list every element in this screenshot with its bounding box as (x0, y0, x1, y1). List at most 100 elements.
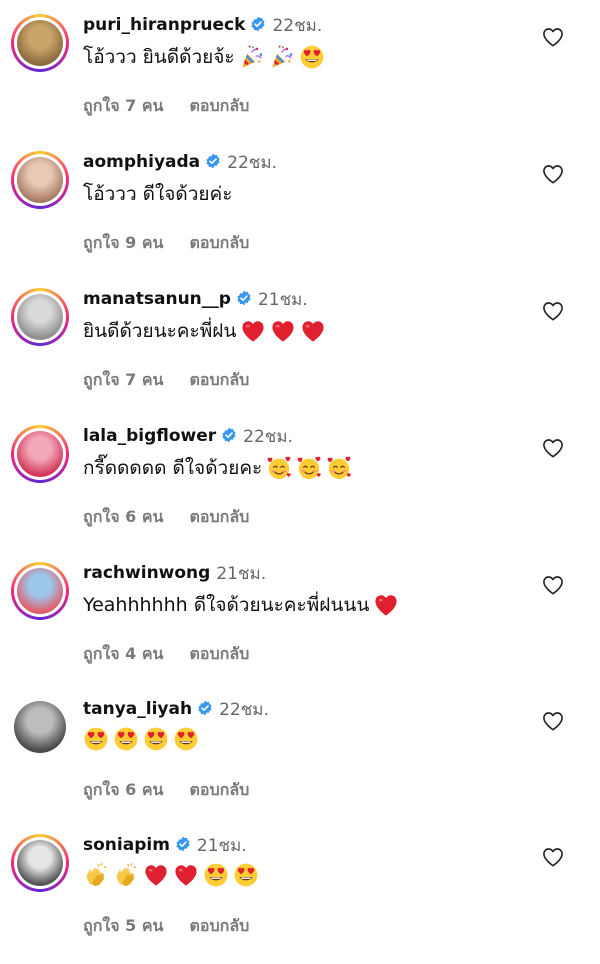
avatar[interactable] (17, 157, 63, 203)
username-link[interactable]: soniapim (83, 835, 170, 855)
comment-item: manatsanun__p 21ชม. ยินดีด้วยนะคะพี่ฝนถูกใ… (0, 288, 600, 418)
comment-item: tanya_liyah 22ชม. ถูกใจ 6 คน ตอบกลับ (0, 698, 600, 828)
clapping-hands-icon (113, 862, 139, 888)
like-heart-icon[interactable] (542, 301, 564, 321)
smiling-face-with-hearts-icon (266, 455, 292, 481)
like-heart-icon[interactable] (542, 711, 564, 731)
comment-header: lala_bigflower 22ชม. (83, 423, 293, 449)
comment-meta: ถูกใจ 9 คน ตอบกลับ (83, 231, 249, 256)
comment-timestamp: 21ชม. (216, 563, 267, 584)
comment-text (83, 862, 263, 888)
reply-button[interactable]: ตอบกลับ (189, 370, 249, 389)
comment-item: puri_hiranprueck 22ชม. โอ้ววว ยินดีด้วยจ้ะ… (0, 14, 600, 144)
comment-item: aomphiyada 22ชม. โอ้ววว ดีใจด้วยค่ะถูกใจ 9… (0, 151, 600, 281)
comment-emojis (239, 44, 329, 70)
smiling-face-with-hearts-icon (296, 455, 322, 481)
avatar[interactable] (17, 840, 63, 886)
smiling-face-with-hearts-icon (326, 455, 352, 481)
like-count-link[interactable]: ถูกใจ 4 คน (83, 644, 163, 663)
comment-meta: ถูกใจ 6 คน ตอบกลับ (83, 505, 249, 530)
username-link[interactable]: manatsanun__p (83, 289, 231, 309)
comment-item: rachwinwong 21ชม. Yeahhhhhh ดีใจด้วยนะคะพี… (0, 562, 600, 692)
like-count-link[interactable]: ถูกใจ 6 คน (83, 780, 163, 799)
comment-header: puri_hiranprueck 22ชม. (83, 12, 322, 38)
reply-button[interactable]: ตอบกลับ (189, 96, 249, 115)
comment-item: soniapim 21ชม. ถูกใจ 5 คน ตอบกลับ (0, 834, 600, 964)
heart-eyes-icon (143, 726, 169, 752)
reply-button[interactable]: ตอบกลับ (189, 233, 249, 252)
comment-emojis (83, 862, 263, 888)
like-heart-icon[interactable] (542, 575, 564, 595)
like-heart-icon[interactable] (542, 847, 564, 867)
comment-emojis (240, 318, 330, 344)
comment-body: ยินดีด้วยนะคะพี่ฝน (83, 320, 237, 342)
username-link[interactable]: rachwinwong (83, 563, 210, 583)
comment-meta: ถูกใจ 5 คน ตอบกลับ (83, 914, 249, 939)
comment-meta: ถูกใจ 6 คน ตอบกลับ (83, 778, 249, 803)
like-count-link[interactable]: ถูกใจ 7 คน (83, 370, 163, 389)
like-count-link[interactable]: ถูกใจ 9 คน (83, 233, 163, 252)
reply-button[interactable]: ตอบกลับ (189, 644, 249, 663)
red-heart-icon (300, 318, 326, 344)
avatar-story-ring[interactable] (11, 288, 69, 346)
comment-text: กรี๊ดดดดด ดีใจด้วยคะ (83, 453, 356, 483)
verified-badge-icon (250, 16, 266, 32)
heart-eyes-icon (83, 726, 109, 752)
party-popper-icon (269, 44, 295, 70)
heart-eyes-icon (203, 862, 229, 888)
clapping-hands-icon (83, 862, 109, 888)
like-heart-icon[interactable] (542, 438, 564, 458)
comment-timestamp: 22ชม. (227, 152, 277, 173)
comment-timestamp: 22ชม. (272, 15, 323, 36)
like-count-link[interactable]: ถูกใจ 7 คน (83, 96, 163, 115)
avatar-ring-gap (14, 154, 66, 206)
username-link[interactable]: puri_hiranprueck (83, 15, 245, 35)
comment-meta: ถูกใจ 7 คน ตอบกลับ (83, 368, 249, 393)
verified-badge-icon (205, 153, 221, 169)
heart-eyes-icon (299, 44, 325, 70)
like-heart-icon[interactable] (542, 164, 564, 184)
red-heart-icon (143, 862, 169, 888)
avatar-story-ring[interactable] (11, 14, 69, 72)
comment-emojis (83, 726, 203, 752)
party-popper-icon (239, 44, 265, 70)
avatar[interactable] (14, 701, 66, 753)
avatar-ring-gap (14, 837, 66, 889)
username-link[interactable]: aomphiyada (83, 152, 200, 172)
avatar-story-ring[interactable] (11, 151, 69, 209)
comment-header: aomphiyada 22ชม. (83, 149, 277, 175)
avatar-story-ring[interactable] (11, 562, 69, 620)
comment-text: ยินดีด้วยนะคะพี่ฝน (83, 316, 330, 346)
red-heart-icon (373, 592, 399, 618)
comment-timestamp: 22ชม. (243, 426, 293, 447)
avatar[interactable] (17, 294, 63, 340)
comment-text: โอ้ววว ยินดีด้วยจ้ะ (83, 42, 329, 72)
avatar-story-ring[interactable] (11, 698, 69, 756)
comment-text: Yeahhhhhh ดีใจด้วยนะคะพี่ฝนนน (83, 590, 403, 620)
comment-meta: ถูกใจ 7 คน ตอบกลับ (83, 94, 249, 119)
comment-emojis (266, 455, 356, 481)
comment-text: โอ้ววว ดีใจด้วยค่ะ (83, 179, 232, 209)
comment-timestamp: 21ชม. (257, 289, 308, 310)
comment-timestamp: 22ชม. (219, 699, 269, 720)
username-link[interactable]: lala_bigflower (83, 426, 216, 446)
verified-badge-icon (236, 290, 252, 306)
comment-body: กรี๊ดดดดด ดีใจด้วยคะ (83, 457, 263, 479)
comment-header: manatsanun__p 21ชม. (83, 286, 308, 312)
like-heart-icon[interactable] (542, 27, 564, 47)
reply-button[interactable]: ตอบกลับ (189, 507, 249, 526)
comment-body: โอ้ววว ยินดีด้วยจ้ะ (83, 46, 235, 68)
avatar[interactable] (17, 431, 63, 477)
like-count-link[interactable]: ถูกใจ 6 คน (83, 507, 163, 526)
comment-header: tanya_liyah 22ชม. (83, 696, 269, 722)
reply-button[interactable]: ตอบกลับ (189, 780, 249, 799)
username-link[interactable]: tanya_liyah (83, 699, 192, 719)
avatar[interactable] (17, 568, 63, 614)
comment-body: โอ้ววว ดีใจด้วยค่ะ (83, 183, 233, 205)
comment-timestamp: 21ชม. (196, 835, 247, 856)
avatar-story-ring[interactable] (11, 834, 69, 892)
avatar-story-ring[interactable] (11, 425, 69, 483)
avatar[interactable] (17, 20, 63, 66)
avatar-ring-gap (14, 17, 66, 69)
avatar-ring-gap (14, 291, 66, 343)
